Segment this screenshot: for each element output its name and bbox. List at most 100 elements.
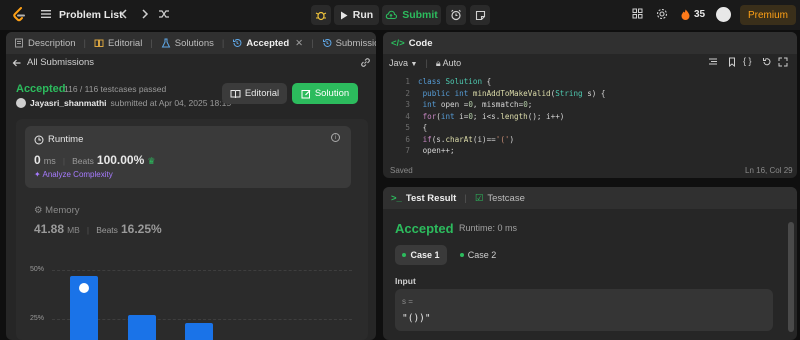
bug-icon <box>315 11 327 21</box>
user-avatar[interactable] <box>716 7 731 22</box>
your-submission-avatar <box>79 283 89 293</box>
all-submissions-label: All Submissions <box>27 57 95 68</box>
test-status: Accepted <box>395 221 454 236</box>
all-submissions-link[interactable]: All Submissions <box>12 57 94 68</box>
checkbox-icon: ☑ <box>474 192 484 204</box>
memory-header[interactable]: ⚙ Memory <box>34 205 79 216</box>
debug-button[interactable] <box>311 5 331 25</box>
cursor-position: Ln 16, Col 29 <box>745 166 793 175</box>
case-2-tab[interactable]: Case 2 <box>455 245 501 265</box>
chevron-right-icon[interactable] <box>140 8 150 20</box>
code-line: 3 int open =0, mismatch=0; <box>405 100 533 109</box>
run-button[interactable]: Run <box>334 5 379 25</box>
testcase-tab-label: Testcase <box>487 192 525 204</box>
leetcode-logo-icon[interactable] <box>12 7 26 23</box>
auto-mode[interactable]: 🔒︎ Auto <box>436 58 461 69</box>
pass-dot-icon <box>459 253 464 257</box>
tab-submissions[interactable]: Submissions <box>322 38 376 49</box>
tab-submissions-label: Submissions <box>335 37 376 49</box>
y-tick-label: 25% <box>30 315 45 322</box>
save-status: Saved <box>390 166 413 175</box>
code-editor[interactable]: 1 class Solution { 2 public int minAddToM… <box>384 76 796 157</box>
sparkle-icon: ✦ <box>34 170 41 179</box>
scrollbar[interactable] <box>788 222 794 332</box>
case-1-label: Case 1 <box>410 250 440 260</box>
document-icon <box>15 38 23 48</box>
input-value-box <box>395 289 773 331</box>
problem-list-link[interactable]: Problem List <box>59 9 123 21</box>
histogram-bar[interactable] <box>128 315 156 340</box>
info-icon[interactable]: i <box>331 133 340 142</box>
fire-icon <box>681 9 690 20</box>
tab-editorial[interactable]: Editorial <box>94 38 142 49</box>
problem-list-icon[interactable] <box>40 8 52 20</box>
tab-solutions[interactable]: Solutions <box>161 38 214 49</box>
arrow-left-icon <box>12 59 21 66</box>
code-toolbar: Java ▼ | 🔒︎ Auto <box>389 57 462 69</box>
runtime-value-row: 0 ms | Beats 100.00% ♛ <box>34 153 156 167</box>
chip-icon: ⚙ <box>34 205 43 216</box>
link-icon[interactable] <box>360 57 371 68</box>
testcases-passed: 116 / 116 testcases passed <box>64 84 167 94</box>
analyze-complexity-link[interactable]: ✦ Analyze Complexity <box>34 170 113 179</box>
code-title: Code <box>408 37 433 49</box>
runtime-label: Runtime <box>48 134 84 145</box>
input-label: Input <box>395 276 416 286</box>
solution-button[interactable]: Solution <box>292 83 358 104</box>
format-icon[interactable] <box>708 57 718 67</box>
chevron-left-icon[interactable] <box>119 8 129 20</box>
premium-button[interactable]: Premium <box>740 5 796 25</box>
code-panel-header: </> Code <box>383 32 797 54</box>
bookmark-icon[interactable] <box>727 57 737 67</box>
tab-accepted[interactable]: Accepted ✕ <box>232 38 303 49</box>
tab-code[interactable]: </> Code <box>391 38 433 49</box>
note-icon <box>475 10 485 20</box>
memory-unit: MB <box>67 225 80 235</box>
case-1-tab[interactable]: Case 1 <box>395 245 447 265</box>
settings-gear-icon[interactable] <box>656 8 668 20</box>
test-result-title: Test Result <box>405 192 457 204</box>
input-variable-value: "())" <box>402 313 431 324</box>
tab-test-result[interactable]: >_ Test Result <box>391 193 456 204</box>
runtime-beats-label: Beats <box>72 156 94 166</box>
book-open-icon <box>230 89 241 98</box>
layout-grid-icon[interactable] <box>632 8 643 19</box>
submit-button[interactable]: Submit <box>382 5 441 25</box>
shuffle-icon[interactable] <box>158 8 170 20</box>
code-line: 1 class Solution { <box>405 77 492 86</box>
crown-icon: ♛ <box>147 156 156 166</box>
streak-count[interactable]: 35 <box>694 9 705 20</box>
case-2-label: Case 2 <box>467 250 497 260</box>
language-select[interactable]: Java ▼ <box>389 58 417 68</box>
reset-icon[interactable] <box>762 57 772 67</box>
tab-testcase[interactable]: ☑ Testcase <box>475 193 525 204</box>
braces-icon[interactable]: { } <box>743 56 752 66</box>
editorial-button-label: Editorial <box>244 88 280 99</box>
edit-icon <box>301 89 311 98</box>
gridline <box>52 270 352 271</box>
submitter-avatar[interactable] <box>16 98 26 108</box>
input-variable-name: s = <box>402 297 413 306</box>
tab-description[interactable]: Description <box>14 38 76 49</box>
code-line: 5 { <box>405 123 428 132</box>
timer-button[interactable] <box>446 5 466 25</box>
runtime-beats-percent: 100.00% <box>96 153 145 167</box>
chevron-down-icon: ▼ <box>410 61 418 68</box>
submitter-name[interactable]: Jayasri_shanmathi <box>30 98 107 108</box>
editorial-button[interactable]: Editorial <box>222 83 287 104</box>
memory-value: 41.88 <box>34 222 65 236</box>
analyze-complexity-label: Analyze Complexity <box>42 170 113 179</box>
run-label: Run <box>352 9 374 21</box>
test-panel-header: >_ Test Result | ☑ Testcase <box>383 187 797 209</box>
lock-icon: 🔒︎ <box>435 57 441 68</box>
expand-icon[interactable] <box>778 57 788 67</box>
histogram-bar[interactable] <box>185 322 213 340</box>
close-tab-icon[interactable]: ✕ <box>295 38 303 49</box>
memory-value-row: 41.88 MB | Beats 16.25% <box>34 222 162 236</box>
terminal-icon: >_ <box>391 192 402 204</box>
clock-icon <box>34 135 44 144</box>
left-panel-tabs: Description | Editorial | Solutions | Ac… <box>6 32 376 54</box>
submission-status: Accepted <box>16 83 66 95</box>
notes-button[interactable] <box>470 5 490 25</box>
code-line: 2 public int minAddToMakeValid(String s)… <box>405 88 606 98</box>
